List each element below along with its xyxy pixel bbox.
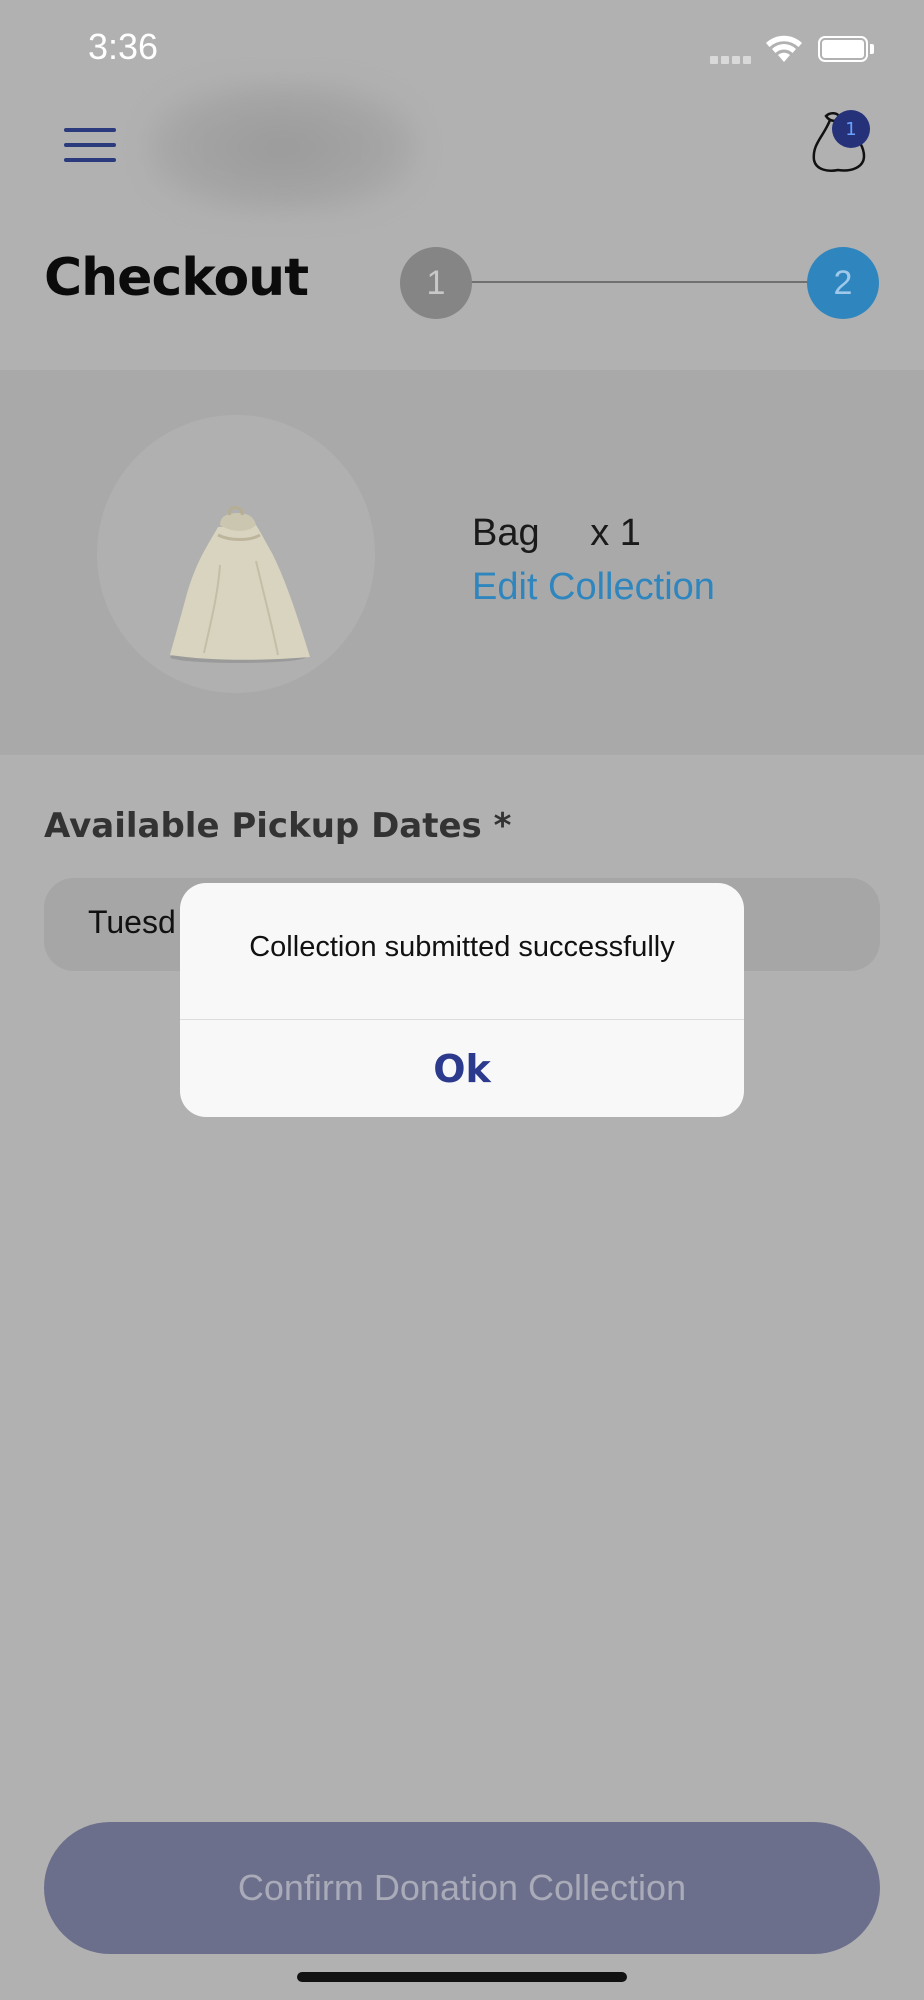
edit-collection-link[interactable]: Edit Collection [472, 566, 715, 609]
step-2-indicator: 2 [807, 247, 879, 319]
page-title: Checkout [44, 248, 309, 308]
alert-ok-button[interactable]: Ok [180, 1020, 744, 1117]
item-name: Bag [472, 512, 540, 554]
hamburger-menu-icon[interactable] [64, 128, 116, 164]
pickup-date-value: Tuesd [88, 904, 176, 940]
stepper-connector [470, 281, 810, 283]
alert-message: Collection submitted successfully [249, 931, 675, 963]
battery-tip [870, 44, 874, 54]
status-time: 3:36 [88, 26, 159, 67]
checkout-screen: 3:36 1 Checkout 1 2 Bag x 1 Edit Collect… [0, 0, 924, 2000]
cart-count-badge: 1 [832, 110, 870, 148]
cellular-signal-icon [710, 56, 751, 64]
item-quantity: x 1 [590, 512, 641, 554]
step-1-indicator: 1 [400, 247, 472, 319]
confirm-donation-button[interactable]: Confirm Donation Collection [44, 1822, 880, 1954]
wifi-icon [766, 35, 802, 62]
bag-product-image [170, 506, 310, 663]
battery-icon [818, 36, 868, 62]
home-indicator [297, 1972, 627, 1982]
pickup-dates-label: Available Pickup Dates * [44, 806, 512, 846]
success-alert-dialog: Collection submitted successfully Ok [180, 883, 744, 1117]
app-logo [145, 80, 420, 215]
item-summary: Bag x 1 [472, 512, 641, 555]
